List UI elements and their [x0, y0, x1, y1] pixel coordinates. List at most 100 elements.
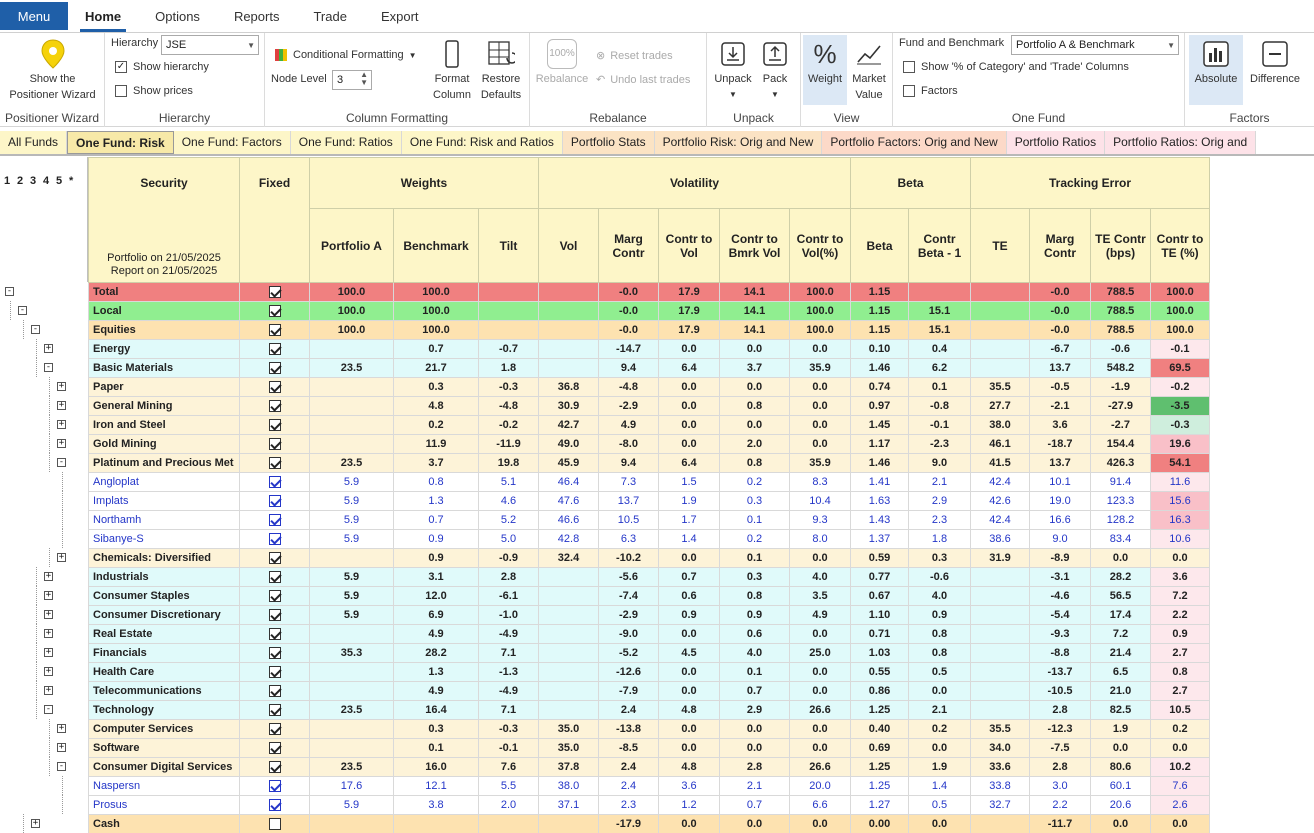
security-name[interactable]: Industrials: [88, 567, 240, 587]
header-col-benchmark[interactable]: Benchmark: [393, 208, 479, 283]
fixed-checkbox[interactable]: [268, 476, 281, 489]
table-row[interactable]: Sibanye-S 5.9 0.9 5.0 42.8 6.3 1.4 0.2 8.0 1.37 1.…: [88, 529, 1210, 549]
table-row[interactable]: Angloplat 5.9 0.8 5.1 46.4 7.3 1.5 0.2 8.3 1.41 2.…: [88, 472, 1210, 492]
collapse-icon[interactable]: -: [31, 325, 40, 334]
table-row[interactable]: Consumer Digital Services 23.5 16.0 7.6 37.8…: [88, 757, 1210, 777]
expand-icon[interactable]: +: [57, 439, 66, 448]
absolute-button[interactable]: Absolute: [1189, 35, 1243, 105]
security-name[interactable]: Angloplat: [88, 472, 240, 492]
expand-icon[interactable]: +: [44, 610, 53, 619]
fixed-checkbox[interactable]: [268, 647, 281, 660]
expand-icon[interactable]: +: [57, 724, 66, 733]
header-col-portfolio-a[interactable]: Portfolio A: [309, 208, 394, 283]
hierarchy-select[interactable]: JSE ▼: [161, 35, 259, 55]
tab-export[interactable]: Export: [364, 0, 436, 33]
tab-trade[interactable]: Trade: [296, 0, 363, 33]
collapse-icon[interactable]: -: [44, 363, 53, 372]
outline-level-1-button[interactable]: 1: [4, 175, 10, 187]
market-value-view-button[interactable]: Market Value: [847, 39, 891, 103]
table-row[interactable]: Cash -17.9 0.0 0.0 0.0 0.00 0.0 -11.7 0.0 0.0: [88, 814, 1210, 833]
fixed-checkbox[interactable]: [268, 723, 281, 736]
security-name[interactable]: Total: [88, 282, 240, 302]
undo-last-trades-button[interactable]: ↶ Undo last trades: [596, 73, 690, 87]
fixed-checkbox[interactable]: [268, 799, 281, 812]
sheet-tab-one-fund-factors[interactable]: One Fund: Factors: [173, 131, 291, 154]
factors-checkbox[interactable]: Factors: [903, 85, 958, 97]
table-row[interactable]: Implats 5.9 1.3 4.6 47.6 13.7 1.9 0.3 10.4 1.63 2.…: [88, 491, 1210, 511]
security-name[interactable]: Health Care: [88, 662, 240, 682]
fund-and-benchmark-select[interactable]: Portfolio A & Benchmark ▼: [1011, 35, 1179, 55]
security-name[interactable]: Prosus: [88, 795, 240, 815]
table-row[interactable]: Iron and Steel 0.2 -0.2 42.7 4.9 0.0 0.0 0.0 1.4…: [88, 415, 1210, 435]
expand-icon[interactable]: +: [44, 667, 53, 676]
outline-level-2-button[interactable]: 2: [17, 175, 23, 187]
header-col-te[interactable]: TE: [970, 208, 1030, 283]
security-name[interactable]: Computer Services: [88, 719, 240, 739]
fixed-checkbox[interactable]: [268, 628, 281, 641]
reset-trades-button[interactable]: ⊗ Reset trades: [596, 49, 673, 63]
fixed-checkbox[interactable]: [268, 818, 281, 831]
security-name[interactable]: Local: [88, 301, 240, 321]
sheet-tab-portfolio-risk-orig-and-new[interactable]: Portfolio Risk: Orig and New: [654, 131, 823, 154]
security-name[interactable]: Sibanye-S: [88, 529, 240, 549]
fixed-checkbox[interactable]: [268, 419, 281, 432]
table-row[interactable]: Paper 0.3 -0.3 36.8 -4.8 0.0 0.0 0.0 0.74 0.1 35.5…: [88, 377, 1210, 397]
security-name[interactable]: Real Estate: [88, 624, 240, 644]
fixed-checkbox[interactable]: [268, 533, 281, 546]
sheet-tab-portfolio-stats[interactable]: Portfolio Stats: [562, 131, 655, 154]
security-name[interactable]: Gold Mining: [88, 434, 240, 454]
outline-level-3-button[interactable]: 3: [30, 175, 36, 187]
header-col-vol[interactable]: Vol: [538, 208, 599, 283]
fixed-checkbox[interactable]: [268, 742, 281, 755]
table-row[interactable]: Telecommunications 4.9 -4.9 -7.9 0.0 0.7 0.0 0.…: [88, 681, 1210, 701]
security-name[interactable]: Implats: [88, 491, 240, 511]
fixed-checkbox[interactable]: [268, 552, 281, 565]
expand-icon[interactable]: +: [57, 553, 66, 562]
node-level-stepper[interactable]: 3 ▲ ▼: [332, 70, 372, 90]
security-name[interactable]: General Mining: [88, 396, 240, 416]
rebalance-button[interactable]: 100% Rebalance: [534, 39, 590, 87]
expand-icon[interactable]: +: [31, 819, 40, 828]
table-row[interactable]: Prosus 5.9 3.8 2.0 37.1 2.3 1.2 0.7 6.6 1.27 0.5 32…: [88, 795, 1210, 815]
table-row[interactable]: Energy 0.7 -0.7 -14.7 0.0 0.0 0.0 0.10 0.4 -6.7 -0…: [88, 339, 1210, 359]
table-row[interactable]: Computer Services 0.3 -0.3 35.0 -13.8 0.0 0.0 0…: [88, 719, 1210, 739]
fixed-checkbox[interactable]: [268, 381, 281, 394]
outline-level-5-button[interactable]: 5: [56, 175, 62, 187]
security-name[interactable]: Iron and Steel: [88, 415, 240, 435]
collapse-icon[interactable]: -: [57, 762, 66, 771]
table-row[interactable]: Gold Mining 11.9 -11.9 49.0 -8.0 0.0 2.0 0.0 1.1…: [88, 434, 1210, 454]
table-row[interactable]: Basic Materials 23.5 21.7 1.8 9.4 6.4 3.7 35.9 1…: [88, 358, 1210, 378]
fixed-checkbox[interactable]: [268, 666, 281, 679]
security-name[interactable]: Consumer Staples: [88, 586, 240, 606]
security-name[interactable]: Software: [88, 738, 240, 758]
collapse-icon[interactable]: -: [44, 705, 53, 714]
show-hierarchy-checkbox[interactable]: ✓ Show hierarchy: [115, 61, 209, 73]
header-col-te-contr-bps[interactable]: TE Contr (bps): [1090, 208, 1151, 283]
weight-view-button[interactable]: % Weight: [803, 35, 847, 105]
header-col-contr-to-bmrk-vol[interactable]: Contr to Bmrk Vol: [719, 208, 790, 283]
expand-icon[interactable]: +: [57, 420, 66, 429]
security-name[interactable]: Consumer Discretionary: [88, 605, 240, 625]
header-col-tilt[interactable]: Tilt: [478, 208, 539, 283]
security-name[interactable]: Platinum and Precious Met: [88, 453, 240, 473]
security-name[interactable]: Paper: [88, 377, 240, 397]
header-col-marg-contr[interactable]: Marg Contr: [598, 208, 659, 283]
security-name[interactable]: Technology: [88, 700, 240, 720]
tab-options[interactable]: Options: [138, 0, 217, 33]
outline-level-4-button[interactable]: 4: [43, 175, 49, 187]
expand-icon[interactable]: +: [57, 401, 66, 410]
expand-icon[interactable]: +: [44, 572, 53, 581]
header-col-contr-to-vol[interactable]: Contr to Vol: [658, 208, 720, 283]
expand-icon[interactable]: +: [44, 591, 53, 600]
table-row[interactable]: General Mining 4.8 -4.8 30.9 -2.9 0.0 0.8 0.0 0.…: [88, 396, 1210, 416]
expand-icon[interactable]: +: [57, 743, 66, 752]
security-name[interactable]: Consumer Digital Services: [88, 757, 240, 777]
header-col-contr-to-te[interactable]: Contr to TE (%): [1150, 208, 1210, 283]
conditional-formatting-button[interactable]: Conditional Formatting ▼: [275, 49, 417, 61]
expand-icon[interactable]: +: [44, 629, 53, 638]
expand-icon[interactable]: +: [44, 686, 53, 695]
fixed-checkbox[interactable]: [268, 495, 281, 508]
table-row[interactable]: Naspersn 17.6 12.1 5.5 38.0 2.4 3.6 2.1 20.0 1.25…: [88, 776, 1210, 796]
header-col-contr-beta-1[interactable]: Contr Beta - 1: [908, 208, 971, 283]
collapse-icon[interactable]: -: [5, 287, 14, 296]
